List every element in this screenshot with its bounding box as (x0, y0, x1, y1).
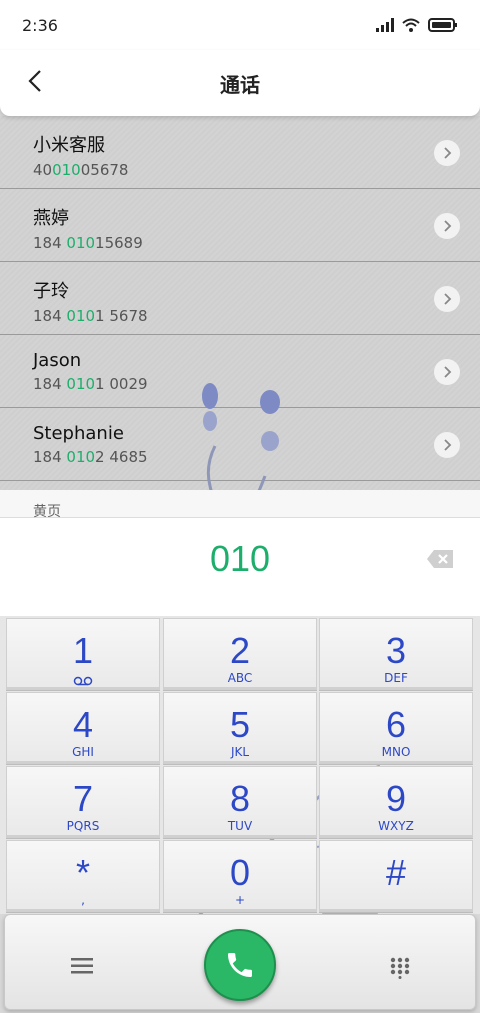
app-header: 通话 (0, 50, 480, 116)
dial-keypad: 1 2 ABC 3 DEF 4 GHI 5 JKL 6 MNO 7 PQRS 8… (0, 616, 480, 926)
key-4[interactable]: 4 GHI (6, 692, 160, 764)
search-results-list: 小米客服 4001005678 燕婷 184 01015689 子玲 184 0… (0, 116, 480, 490)
contact-name: 燕婷 (33, 208, 69, 229)
battery-icon (428, 18, 457, 32)
chevron-right-icon (444, 220, 452, 232)
contact-number: 184 0102 4685 (33, 448, 148, 466)
contact-detail-button[interactable] (434, 140, 460, 166)
contact-detail-button[interactable] (434, 359, 460, 385)
chevron-left-icon (28, 70, 41, 92)
contact-number: 184 0101 5678 (33, 307, 148, 325)
key-3[interactable]: 3 DEF (319, 618, 473, 690)
phone-icon (228, 953, 252, 977)
signal-icon (376, 18, 394, 32)
key-star[interactable]: * , (6, 840, 160, 912)
key-1[interactable]: 1 (6, 618, 160, 690)
contact-name: Stephanie (33, 423, 124, 444)
key-6[interactable]: 6 MNO (319, 692, 473, 764)
status-bar: 2:36 (0, 0, 480, 50)
back-button[interactable] (20, 66, 50, 96)
dial-input-area: 010 (0, 518, 480, 616)
status-time: 2:36 (22, 15, 58, 35)
call-button[interactable] (204, 929, 276, 1001)
contact-name: 子玲 (33, 281, 69, 302)
key-hash[interactable]: # (319, 840, 473, 912)
contact-row[interactable]: Stephanie 184 0102 4685 (0, 408, 480, 481)
contact-name: Jason (33, 350, 82, 371)
key-8[interactable]: 8 TUV (163, 766, 317, 838)
contact-row[interactable]: Jason 184 0101 0029 (0, 335, 480, 408)
contact-number: 184 0101 0029 (33, 375, 148, 393)
contact-row[interactable]: 子玲 184 0101 5678 (0, 262, 480, 335)
contact-detail-button[interactable] (434, 286, 460, 312)
voicemail-icon (73, 676, 93, 686)
key-2[interactable]: 2 ABC (163, 618, 317, 690)
page-title: 通话 (220, 72, 260, 97)
key-5[interactable]: 5 JKL (163, 692, 317, 764)
contact-row[interactable]: 燕婷 184 01015689 (0, 189, 480, 262)
menu-icon[interactable] (71, 957, 93, 975)
key-0[interactable]: 0 + (163, 840, 317, 912)
chevron-right-icon (444, 293, 452, 305)
status-icons (376, 18, 458, 32)
yellow-pages-section: 黄页 (0, 490, 480, 520)
contact-detail-button[interactable] (434, 432, 460, 458)
contact-detail-button[interactable] (434, 213, 460, 239)
chevron-right-icon (444, 147, 452, 159)
key-9[interactable]: 9 WXYZ (319, 766, 473, 838)
backspace-icon[interactable] (426, 549, 454, 569)
dialed-number[interactable]: 010 (0, 538, 480, 580)
chevron-right-icon (444, 439, 452, 451)
contact-number: 4001005678 (33, 161, 129, 179)
dialpad-icon[interactable] (390, 957, 410, 979)
chevron-right-icon (444, 366, 452, 378)
bottom-action-bar (4, 914, 476, 1010)
contact-number: 184 01015689 (33, 234, 143, 252)
contact-row[interactable]: 小米客服 4001005678 (0, 116, 480, 189)
key-7[interactable]: 7 PQRS (6, 766, 160, 838)
contact-name: 小米客服 (33, 135, 105, 156)
wifi-icon (402, 18, 420, 32)
